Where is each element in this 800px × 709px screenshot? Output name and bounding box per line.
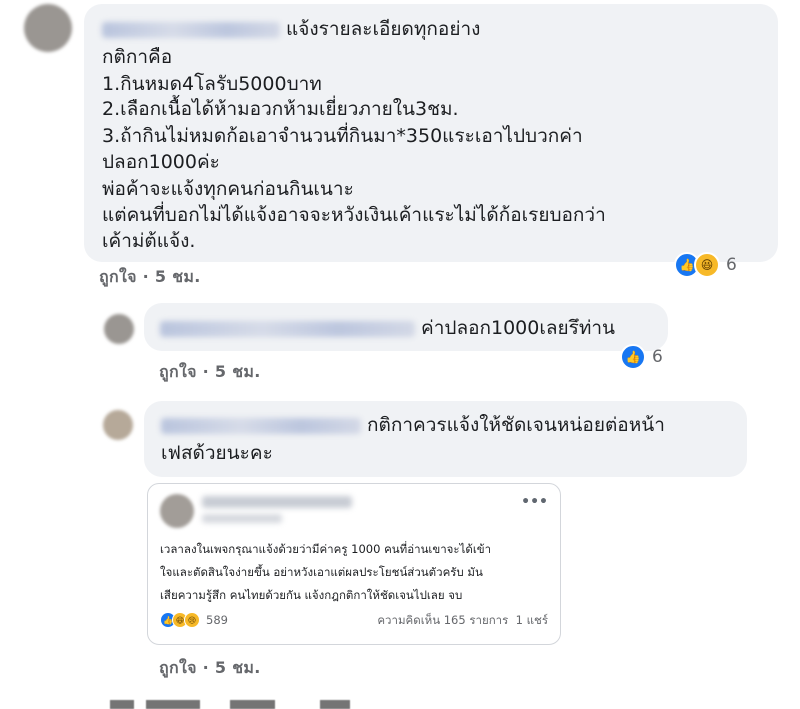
card-share-count: 1 แชร์ <box>515 613 548 627</box>
card-engagement: ความคิดเห็น 165 รายการ 1 แชร์ <box>377 612 548 630</box>
card-text-line: เสียความรู้สึก คนไทยด้วยกัน แจ้งกฎกติกาใ… <box>160 588 463 602</box>
reply-line: กติกาควรแจ้งให้ชัดเจนหน่อยต่อหน้า <box>367 414 665 436</box>
card-text-line: เวลาลงในเพจกรุณาแจ้งด้วยว่ามีค่าครู 1000… <box>160 542 492 556</box>
reply-reaction-summary[interactable]: 👍 6 <box>620 344 663 370</box>
replier-name-blurred[interactable] <box>160 320 415 337</box>
reply-like-action[interactable]: ถูกใจ · 5 ชม. <box>159 656 261 681</box>
card-text-line: ใจและตัดสินใจง่ายขึ้น อย่าหวังเอาแต่ผลปร… <box>160 565 483 579</box>
card-time-blurred <box>202 514 282 523</box>
reply-content: ค่าปลอก1000เลยรึท่าน <box>421 317 616 339</box>
commenter-avatar[interactable] <box>24 4 72 52</box>
timestamp[interactable]: 5 ชม. <box>215 362 261 381</box>
comment-line: พ่อค้าจะแจ้งทุกคนก่อนกินเนาะ <box>102 178 354 200</box>
like-icon: 👍 <box>620 344 646 370</box>
timestamp[interactable]: 5 ชม. <box>155 267 201 286</box>
reply-text: กติกาควรแจ้งให้ชัดเจนหน่อยต่อหน้า <box>161 413 665 438</box>
comment-line: 1.กินหมด4โลรับ5000บาท <box>102 73 322 95</box>
comment-line: ปลอก1000ค่ะ <box>102 151 220 173</box>
reply-text: ค่าปลอก1000เลยรึท่าน <box>160 316 615 341</box>
comment-line: เค้าม่ต้แจ้ง. <box>102 230 196 252</box>
attached-screenshot-card[interactable]: ••• เวลาลงในเพจกรุณาแจ้งด้วยว่ามีค่าครู … <box>147 483 561 645</box>
sad-face-icon: 😢 <box>184 612 200 628</box>
reaction-count: 6 <box>726 255 737 275</box>
reply-line: เฟสด้วยนะคะ <box>161 442 273 464</box>
like-link[interactable]: ถูกใจ <box>159 362 197 381</box>
card-name-blurred <box>202 496 352 508</box>
comment-line: แจ้งรายละเอียดทุกอย่าง <box>286 18 481 40</box>
more-options-icon[interactable]: ••• <box>521 494 548 510</box>
replier-name-blurred[interactable] <box>161 417 361 434</box>
card-comment-count: ความคิดเห็น 165 รายการ <box>377 613 509 627</box>
reply-like-action[interactable]: ถูกใจ · 5 ชม. <box>159 360 261 385</box>
timestamp[interactable]: 5 ชม. <box>215 658 261 677</box>
comment-line: 2.เลือกเนื้อได้ห้ามอวกห้ามเยี่ยวภายใน3ชม… <box>102 98 459 120</box>
like-link[interactable]: ถูกใจ <box>99 267 137 286</box>
card-reaction-count: 589 <box>206 613 228 627</box>
comment-line: แต่คนที่บอกไม่ได้แจ้งอาจจะหวังเงินเค้าแร… <box>102 204 606 226</box>
like-link[interactable]: ถูกใจ <box>159 658 197 677</box>
like-action[interactable]: ถูกใจ · 5 ชม. <box>99 265 201 290</box>
commenter-name-blurred[interactable] <box>102 21 280 38</box>
reply-avatar[interactable] <box>104 314 134 344</box>
reply-avatar[interactable] <box>103 410 133 440</box>
reaction-summary[interactable]: 👍 😆 6 <box>674 252 737 278</box>
card-reactions: 👍 😆 😢 589 <box>160 612 228 628</box>
comment-line: กติกาคือ <box>102 46 173 68</box>
laughing-face-icon: 😆 <box>694 252 720 278</box>
comment-line: 3.ถ้ากินไม่หมดก้อเอาจำนวนที่กินมา*350แระ… <box>102 125 583 147</box>
reaction-count: 6 <box>652 347 663 367</box>
card-avatar <box>160 494 194 528</box>
comment-text: แจ้งรายละเอียดทุกอย่าง <box>102 17 480 42</box>
next-comment-cutoff <box>110 700 410 709</box>
